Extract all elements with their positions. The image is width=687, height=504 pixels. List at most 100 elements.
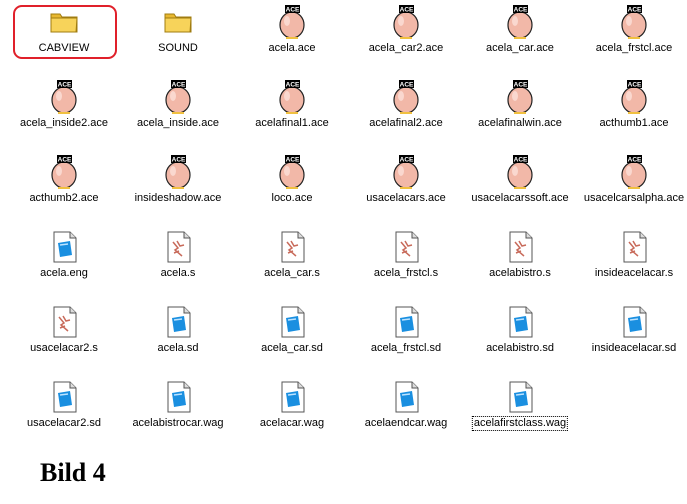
file-item[interactable]: ACE acela.ace [235, 2, 349, 72]
file-item[interactable]: acela_frstcl.sd [349, 302, 463, 372]
file-item[interactable]: ACE acela_car.ace [463, 2, 577, 72]
file-item[interactable]: ACE acela_car2.ace [349, 2, 463, 72]
file-item[interactable]: acelaendcar.wag [349, 377, 463, 447]
file-name-label: acelafinalwin.ace [478, 117, 562, 129]
file-item[interactable]: ACE acelafinal1.ace [235, 77, 349, 147]
file-item[interactable]: acelabistro.sd [463, 302, 577, 372]
svg-text:ACE: ACE [628, 82, 642, 89]
file-item[interactable]: ACE acelafinal2.ace [349, 77, 463, 147]
sd-file-icon [274, 304, 310, 340]
svg-text:ACE: ACE [400, 157, 414, 164]
file-name-label: acela_inside2.ace [19, 117, 109, 129]
file-name-label: acela_inside.ace [137, 117, 219, 129]
s-file-icon [388, 229, 424, 265]
s-file-icon [502, 229, 538, 265]
file-item[interactable]: usacelacar2.sd [7, 377, 121, 447]
sd-file-icon [388, 304, 424, 340]
ace-file-icon: ACE [502, 154, 538, 190]
ace-file-icon: ACE [46, 154, 82, 190]
file-item[interactable]: acelacar.wag [235, 377, 349, 447]
file-item[interactable]: acela_car.sd [235, 302, 349, 372]
file-name-label: loco.ace [271, 192, 313, 204]
ace-file-icon: ACE [160, 79, 196, 115]
file-name-label: acela_car.sd [261, 342, 323, 354]
file-name-label: acela.ace [268, 42, 316, 54]
file-name-label: acelabistro.sd [486, 342, 554, 354]
file-item[interactable]: acelabistrocar.wag [121, 377, 235, 447]
figure-caption: Bild 4 [40, 458, 106, 487]
sd-file-icon [46, 379, 82, 415]
svg-text:ACE: ACE [514, 82, 528, 89]
file-item[interactable]: ACE usacelcarsalpha.ace [577, 152, 687, 222]
file-name-label: CABVIEW [38, 42, 90, 54]
folder-icon [46, 4, 82, 40]
sd-file-icon [502, 304, 538, 340]
file-name-label: acela.sd [157, 342, 199, 354]
file-item[interactable]: ACE acela_inside.ace [121, 77, 235, 147]
file-item[interactable]: ACE acthumb1.ace [577, 77, 687, 147]
svg-text:ACE: ACE [286, 7, 300, 14]
file-item[interactable]: acelafirstclass.wag [463, 377, 577, 447]
file-item[interactable]: ACE insideshadow.ace [121, 152, 235, 222]
file-name-label: acelafirstclass.wag [471, 416, 569, 431]
s-file-icon [160, 229, 196, 265]
svg-text:ACE: ACE [628, 7, 642, 14]
file-name-label: SOUND [158, 42, 198, 54]
file-name-label: usacelacarssoft.ace [471, 192, 569, 204]
file-name-label: acelafinal1.ace [255, 117, 329, 129]
folder-item[interactable]: SOUND [121, 2, 235, 72]
file-name-label: insideshadow.ace [134, 192, 222, 204]
file-item[interactable]: acelabistro.s [463, 227, 577, 297]
file-item[interactable]: ACE acela_inside2.ace [7, 77, 121, 147]
file-item[interactable]: ACE usacelacars.ace [349, 152, 463, 222]
file-item[interactable]: acela.s [121, 227, 235, 297]
file-item[interactable]: insideacelacar.s [577, 227, 687, 297]
svg-text:ACE: ACE [286, 157, 300, 164]
ace-file-icon: ACE [388, 79, 424, 115]
file-name-label: acela.s [160, 267, 196, 279]
file-item[interactable]: acela_car.s [235, 227, 349, 297]
ace-file-icon: ACE [616, 154, 652, 190]
file-name-label: acelafinal2.ace [369, 117, 443, 129]
file-name-label: acela.eng [40, 267, 88, 279]
ace-file-icon: ACE [46, 79, 82, 115]
file-name-label: usacelcarsalpha.ace [583, 192, 685, 204]
file-name-label: acelaendcar.wag [364, 417, 448, 429]
file-item[interactable]: ACE acthumb2.ace [7, 152, 121, 222]
ace-file-icon: ACE [616, 79, 652, 115]
file-name-label: acela_car2.ace [368, 42, 444, 54]
svg-text:ACE: ACE [172, 82, 186, 89]
svg-text:ACE: ACE [400, 82, 414, 89]
svg-text:ACE: ACE [58, 157, 72, 164]
ace-file-icon: ACE [274, 154, 310, 190]
file-name-label: acelabistro.s [489, 267, 551, 279]
ace-file-icon: ACE [388, 4, 424, 40]
file-item[interactable]: acela_frstcl.s [349, 227, 463, 297]
file-item[interactable]: usacelacar2.s [7, 302, 121, 372]
file-item[interactable]: insideacelacar.sd [577, 302, 687, 372]
svg-text:ACE: ACE [514, 157, 528, 164]
file-name-label: insideacelacar.sd [591, 342, 677, 354]
file-name-label: acela_frstcl.s [373, 267, 439, 279]
file-name-label: usacelacars.ace [366, 192, 446, 204]
wag-file-icon [160, 379, 196, 415]
file-item[interactable]: acela.eng [7, 227, 121, 297]
file-name-label: acela_car.s [264, 267, 320, 279]
wag-file-icon [274, 379, 310, 415]
file-item[interactable]: acela.sd [121, 302, 235, 372]
file-item[interactable]: ACE acela_frstcl.ace [577, 2, 687, 72]
s-file-icon [274, 229, 310, 265]
folder-item[interactable]: CABVIEW [7, 2, 121, 72]
file-name-label: acela_frstcl.ace [595, 42, 673, 54]
file-item[interactable]: ACE acelafinalwin.ace [463, 77, 577, 147]
s-file-icon [46, 304, 82, 340]
file-name-label: acelacar.wag [259, 417, 325, 429]
file-item[interactable]: ACE usacelacarssoft.ace [463, 152, 577, 222]
ace-file-icon: ACE [616, 4, 652, 40]
svg-text:ACE: ACE [172, 157, 186, 164]
svg-text:ACE: ACE [628, 157, 642, 164]
file-item[interactable]: ACE loco.ace [235, 152, 349, 222]
ace-file-icon: ACE [502, 4, 538, 40]
ace-file-icon: ACE [274, 79, 310, 115]
s-file-icon [616, 229, 652, 265]
